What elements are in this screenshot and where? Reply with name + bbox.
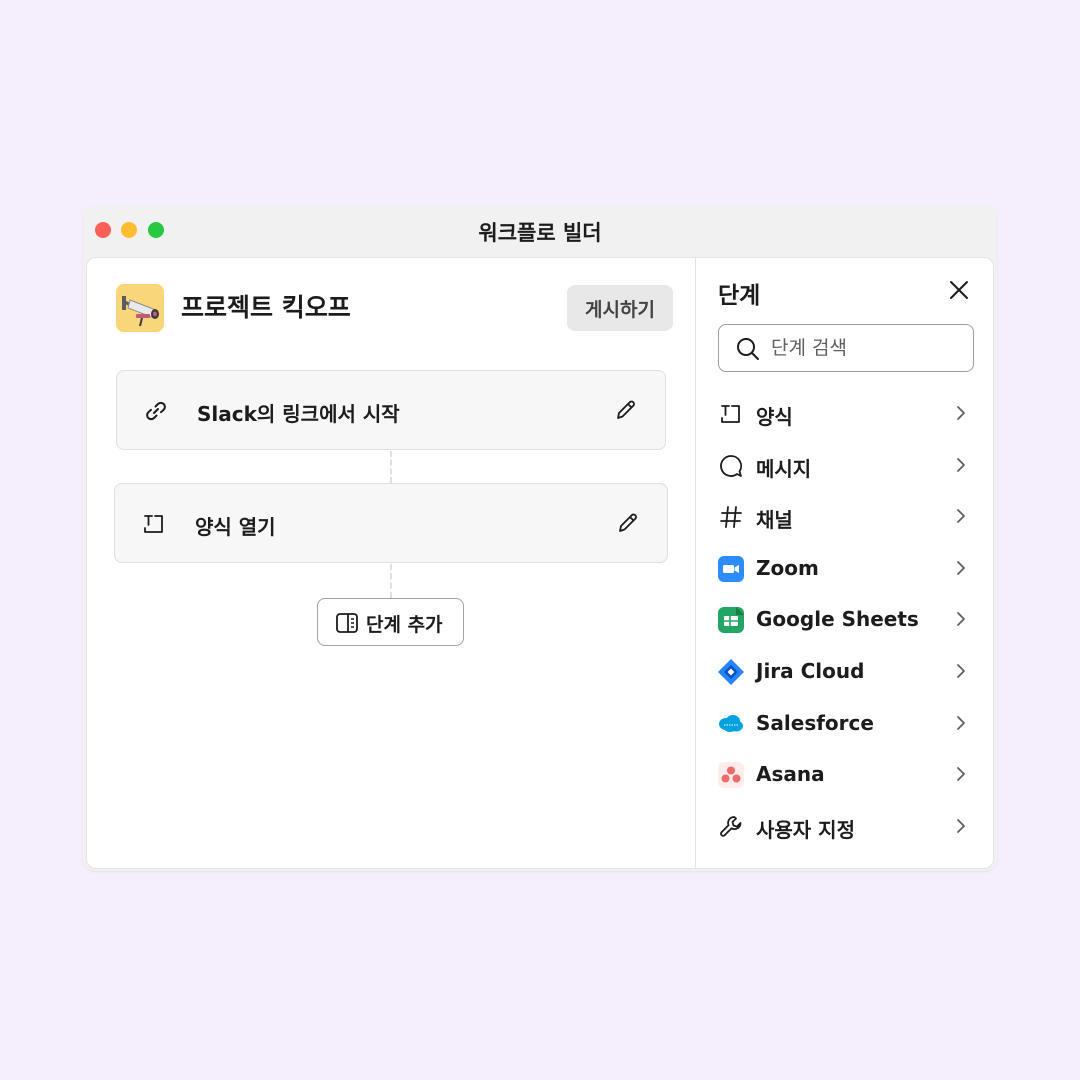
- chevron-right-icon: [957, 715, 965, 730]
- workflow-icon: [116, 284, 164, 332]
- add-step-button[interactable]: 단계 추가: [317, 598, 464, 646]
- panel-title: 단계: [718, 283, 761, 309]
- google-sheets-icon: [718, 607, 744, 634]
- publish-button[interactable]: 게시하기: [567, 285, 673, 331]
- message-bubble-icon: [720, 454, 742, 477]
- list-item-label: Google Sheets: [756, 607, 919, 632]
- search-input[interactable]: [771, 335, 961, 361]
- step-type-list: 양식 메시지 채널 Zoom Google Sheets Jira Cloud …: [696, 388, 993, 853]
- list-item-zoom[interactable]: Zoom: [696, 543, 993, 595]
- builder-content: 프로젝트 킥오프 게시하기 Slack의 링크에서 시작 양식 열기 단계 추가…: [86, 257, 994, 869]
- workflow-step-form[interactable]: 양식 열기: [114, 483, 668, 563]
- security-camera-icon: [116, 284, 164, 332]
- asana-icon: [718, 762, 744, 789]
- step-label: 양식 열기: [195, 515, 276, 539]
- chevron-right-icon: [957, 560, 965, 575]
- workflow-name: 프로젝트 킥오프: [181, 293, 351, 322]
- workflow-builder-window: 워크플로 빌더 프로젝트 킥오프 게시하기 Slack의 링크에서 시작 양식 …: [83, 205, 997, 871]
- list-item-label: 채널: [756, 508, 793, 533]
- step-connector: [390, 564, 392, 598]
- list-item-label: Jira Cloud: [756, 658, 865, 683]
- list-item-form[interactable]: 양식: [696, 388, 993, 440]
- zoom-icon: [718, 555, 744, 582]
- list-item-google-sheets[interactable]: Google Sheets: [696, 594, 993, 646]
- chevron-right-icon: [957, 509, 965, 524]
- list-item-label: Zoom: [756, 555, 819, 580]
- close-icon[interactable]: [947, 278, 971, 302]
- chevron-right-icon: [957, 664, 965, 678]
- window-title: 워크플로 빌더: [478, 221, 602, 245]
- search-box[interactable]: [718, 324, 974, 372]
- chevron-right-icon: [957, 612, 965, 627]
- chevron-right-icon: [957, 818, 965, 833]
- title-bar: 워크플로 빌더: [83, 205, 997, 255]
- list-item-label: 사용자 지정: [756, 817, 855, 842]
- list-item-jira-cloud[interactable]: Jira Cloud: [696, 646, 993, 698]
- step-connector: [390, 451, 392, 483]
- list-item-label: Asana: [756, 762, 825, 787]
- workflow-step-trigger[interactable]: Slack의 링크에서 시작: [116, 370, 666, 450]
- list-item-label: Salesforce: [756, 710, 874, 735]
- link-icon: [146, 401, 166, 421]
- workflow-canvas: 프로젝트 킥오프 게시하기 Slack의 링크에서 시작 양식 열기 단계 추가: [87, 258, 695, 868]
- wrench-icon: [720, 815, 742, 837]
- pencil-edit-icon[interactable]: [613, 397, 639, 423]
- list-item-asana[interactable]: Asana: [696, 749, 993, 801]
- step-label: Slack의 링크에서 시작: [197, 402, 400, 426]
- jira-icon: [718, 658, 744, 685]
- pencil-edit-icon[interactable]: [615, 510, 641, 536]
- form-icon: [721, 405, 740, 423]
- hash-icon: [720, 506, 742, 529]
- salesforce-icon: [719, 714, 743, 732]
- add-step-label: 단계 추가: [366, 614, 443, 636]
- chevron-right-icon: [957, 767, 965, 782]
- chevron-right-icon: [957, 457, 965, 472]
- list-item-channel[interactable]: 채널: [696, 491, 993, 543]
- panel-sidebar-icon: [336, 613, 358, 633]
- list-item-custom[interactable]: 사용자 지정: [696, 801, 993, 853]
- list-item-salesforce[interactable]: Salesforce: [696, 698, 993, 750]
- list-item-message[interactable]: 메시지: [696, 440, 993, 492]
- chevron-right-icon: [957, 406, 965, 420]
- steps-panel: 단계 양식: [696, 258, 993, 868]
- list-item-label: 양식: [756, 405, 793, 429]
- search-icon: [737, 338, 759, 360]
- form-icon: [144, 515, 163, 533]
- list-item-label: 메시지: [756, 456, 812, 481]
